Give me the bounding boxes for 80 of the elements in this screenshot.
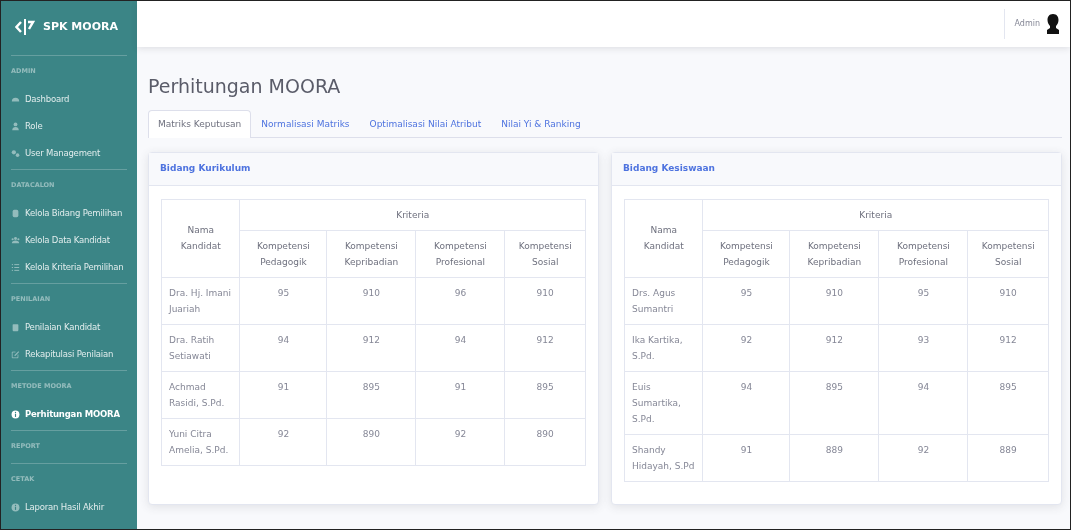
table-cell: 94 xyxy=(415,324,505,372)
table-cell: Drs. Agus Sumantri xyxy=(624,277,703,325)
table-cell: 95 xyxy=(878,277,968,325)
table-cell: 890 xyxy=(326,418,416,466)
table-cell: 92 xyxy=(702,324,790,372)
table-cell: Achmad Rasidi, S.Pd. xyxy=(161,371,240,419)
table-cell: 910 xyxy=(504,277,586,325)
column-header: Nama Kandidat xyxy=(161,199,240,278)
table-cell: 94 xyxy=(878,371,968,435)
tab[interactable]: Normalisasi Matriks xyxy=(251,109,360,139)
sidebar-item[interactable]: Laporan Hasil Akhir xyxy=(11,494,127,521)
sidebar-item[interactable]: Kelola Data Kandidat xyxy=(11,227,127,254)
column-header: Kompetensi Profesional xyxy=(878,230,968,278)
table-cell: 889 xyxy=(967,434,1049,482)
table-cell: 889 xyxy=(789,434,879,482)
column-header: Nama Kandidat xyxy=(624,199,703,278)
sidebar-item[interactable]: Dashboard xyxy=(11,86,127,113)
sidebar-item[interactable]: Rekapitulasi Penilaian xyxy=(11,341,127,368)
avatar-icon[interactable] xyxy=(1046,14,1060,34)
column-header: Kompetensi Pedagogik xyxy=(702,230,790,278)
table-cell: 895 xyxy=(504,371,586,419)
table-cell: 912 xyxy=(967,324,1049,372)
table-cell: 91 xyxy=(415,371,505,419)
table-cell: 94 xyxy=(239,324,327,372)
table-cell: 92 xyxy=(239,418,327,466)
tab[interactable]: Optimalisasi Nilai Atribut xyxy=(359,109,492,139)
column-group-header: Kriteria xyxy=(239,199,586,231)
column-header: Kompetensi Profesional xyxy=(415,230,505,278)
table-cell: 95 xyxy=(702,277,790,325)
table-cell: Yuni Citra Amelia, S.Pd. xyxy=(161,418,240,466)
column-header: Kompetensi Sosial xyxy=(967,230,1049,278)
sidebar-item[interactable]: User Management xyxy=(11,140,127,167)
brand-title[interactable]: SPK MOORA xyxy=(43,18,118,36)
card-title: Bidang Kesiswaan xyxy=(623,162,716,176)
table-cell: 895 xyxy=(326,371,416,419)
sidebar-item[interactable]: Kelola Bidang Pemilihan xyxy=(11,200,127,227)
edit-icon xyxy=(11,350,20,359)
table-cell: 96 xyxy=(415,277,505,325)
info-icon xyxy=(11,503,20,512)
user-name[interactable]: Admin xyxy=(1014,18,1040,30)
list-icon xyxy=(11,263,20,272)
table-cell: 95 xyxy=(239,277,327,325)
table-cell: 895 xyxy=(967,371,1049,435)
column-header: Kompetensi Kepribadian xyxy=(326,230,416,278)
page-title: Perhitungan MOORA xyxy=(148,75,342,98)
column-group-header: Kriteria xyxy=(702,199,1049,231)
table-cell: 92 xyxy=(415,418,505,466)
sidebar-item[interactable]: Kelola Kriteria Pemilihan xyxy=(11,254,127,281)
table-cell: Shandy Hidayah, S.Pd xyxy=(624,434,703,482)
gauge-icon xyxy=(11,95,20,104)
table-cell: 912 xyxy=(326,324,416,372)
table-cell: Dra. Hj. Imani Juariah xyxy=(161,277,240,325)
table-cell: 910 xyxy=(326,277,416,325)
table-cell: 91 xyxy=(239,371,327,419)
sidebar-item[interactable]: Penilaian Kandidat xyxy=(11,314,127,341)
sidebar-item[interactable]: Role xyxy=(11,113,127,140)
logo-icon xyxy=(15,19,35,35)
column-header: Kompetensi Pedagogik xyxy=(239,230,327,278)
table-cell: Ika Kartika, S.Pd. xyxy=(624,324,703,372)
sidebar-item[interactable]: Perhitungan MOORA xyxy=(11,401,127,428)
table-cell: 895 xyxy=(789,371,879,435)
table-cell: 92 xyxy=(878,434,968,482)
table-cell: 910 xyxy=(967,277,1049,325)
card-title: Bidang Kurikulum xyxy=(160,162,251,176)
column-header: Kompetensi Sosial xyxy=(504,230,586,278)
table-cell: 91 xyxy=(702,434,790,482)
table-cell: Euis Sumartika, S.Pd. xyxy=(624,371,703,435)
table-cell: 94 xyxy=(702,371,790,435)
table-cell: 93 xyxy=(878,324,968,372)
user-icon xyxy=(11,122,20,131)
table-cell: Dra. Ratih Setiawati xyxy=(161,324,240,372)
table-cell: 910 xyxy=(789,277,879,325)
table-cell: 890 xyxy=(504,418,586,466)
column-header: Kompetensi Kepribadian xyxy=(789,230,879,278)
tab[interactable]: Matriks Keputusan xyxy=(148,109,252,139)
table-cell: 912 xyxy=(789,324,879,372)
users-icon xyxy=(11,236,20,245)
tab[interactable]: Nilai Yi & Ranking xyxy=(491,109,591,139)
info-icon xyxy=(11,410,20,419)
table-cell: 912 xyxy=(504,324,586,372)
